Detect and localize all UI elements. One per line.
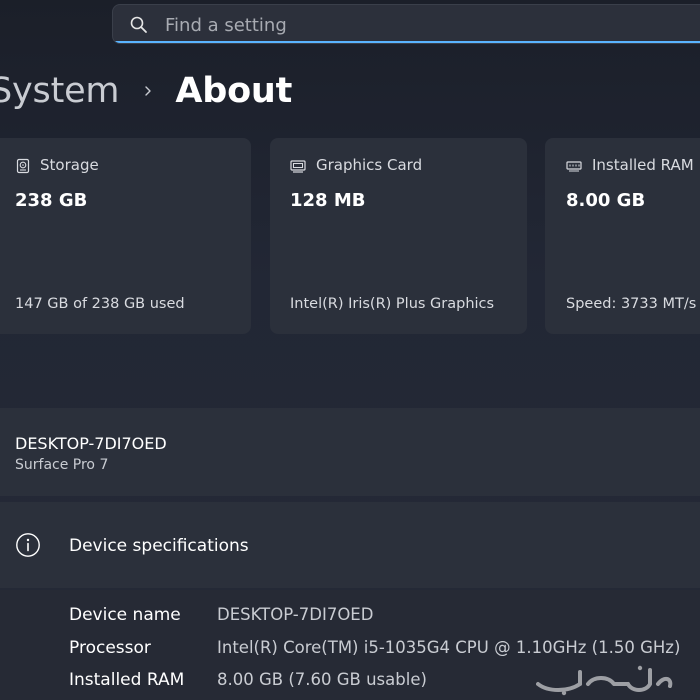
graphics-card-icon — [290, 160, 306, 173]
graphics-card-value: 128 MB — [290, 190, 366, 211]
spec-value: DESKTOP-7DI7OED — [217, 605, 374, 624]
graphics-card-card: Graphics Card 128 MB Intel(R) Iris(R) Pl… — [270, 138, 527, 334]
search-input[interactable] — [165, 11, 700, 39]
chevron-right-icon — [145, 86, 152, 96]
installed-ram-card: Installed RAM 8.00 GB Speed: 3733 MT/s — [545, 138, 700, 334]
spec-value: 8.00 GB (7.60 GB usable) — [217, 670, 427, 689]
settings-about-page: System About Storage 238 GB 147 GB of 23… — [0, 0, 700, 700]
installed-ram-card-detail: Speed: 3733 MT/s — [566, 296, 697, 312]
storage-card: Storage 238 GB 147 GB of 238 GB used — [0, 138, 251, 334]
spec-label: Device name — [69, 605, 181, 625]
storage-card-detail: 147 GB of 238 GB used — [15, 296, 185, 312]
search-box[interactable] — [112, 4, 700, 44]
search-icon — [130, 16, 147, 33]
device-model: Surface Pro 7 — [15, 457, 109, 473]
breadcrumb: System About — [0, 68, 292, 114]
device-name-panel[interactable]: DESKTOP-7DI7OED Surface Pro 7 — [0, 408, 700, 496]
graphics-card-title: Graphics Card — [316, 156, 423, 174]
storage-drive-icon — [16, 158, 30, 174]
device-hostname: DESKTOP-7DI7OED — [15, 434, 167, 453]
haraj-watermark-logo — [536, 665, 673, 696]
graphics-card-detail: Intel(R) Iris(R) Plus Graphics — [290, 296, 495, 312]
ram-module-icon — [566, 161, 582, 172]
installed-ram-card-value: 8.00 GB — [566, 190, 646, 211]
device-specifications-header[interactable]: Device specifications — [0, 502, 700, 588]
spec-label: Installed RAM — [69, 670, 185, 690]
breadcrumb-system-link[interactable]: System — [0, 71, 120, 111]
installed-ram-card-title: Installed RAM — [592, 156, 694, 174]
page-title: About — [175, 71, 293, 111]
spec-value: Intel(R) Core(TM) i5-1035G4 CPU @ 1.10GH… — [217, 638, 681, 657]
spec-row-device-name: Device name DESKTOP-7DI7OED — [0, 605, 700, 631]
storage-card-title: Storage — [40, 156, 99, 174]
storage-card-value: 238 GB — [15, 190, 88, 211]
spec-label: Processor — [69, 638, 151, 658]
device-specifications-title: Device specifications — [69, 536, 249, 556]
spec-row-processor: Processor Intel(R) Core(TM) i5-1035G4 CP… — [0, 638, 700, 664]
info-icon — [16, 533, 40, 557]
